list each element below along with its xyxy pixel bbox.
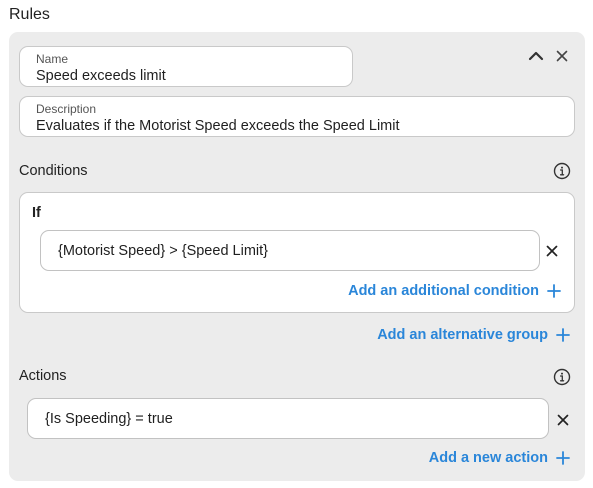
rule-description-value[interactable]: Evaluates if the Motorist Speed exceeds … bbox=[36, 118, 400, 134]
actions-heading: Actions bbox=[19, 368, 67, 384]
close-icon bbox=[556, 50, 568, 62]
conditions-heading: Conditions bbox=[19, 163, 88, 179]
plus-icon bbox=[547, 284, 561, 298]
add-new-action-label: Add a new action bbox=[428, 450, 548, 466]
rule-description-field[interactable]: Description Evaluates if the Motorist Sp… bbox=[19, 96, 575, 137]
remove-condition-button[interactable] bbox=[544, 243, 560, 259]
plus-icon bbox=[556, 328, 570, 342]
rule-name-field[interactable]: Name Speed exceeds limit bbox=[19, 46, 353, 87]
action-expression[interactable]: {Is Speeding} = true bbox=[45, 411, 173, 427]
rule-name-value[interactable]: Speed exceeds limit bbox=[36, 68, 166, 84]
condition-input[interactable]: {Motorist Speed} > {Speed Limit} bbox=[40, 230, 540, 271]
info-icon bbox=[553, 368, 571, 386]
actions-info-button[interactable] bbox=[553, 368, 571, 386]
info-icon bbox=[553, 162, 571, 180]
add-additional-condition-label: Add an additional condition bbox=[348, 283, 539, 299]
close-icon bbox=[557, 414, 569, 426]
add-new-action-button[interactable]: Add a new action bbox=[429, 450, 570, 466]
rule-description-label: Description bbox=[36, 102, 97, 116]
plus-icon bbox=[556, 451, 570, 465]
remove-action-button[interactable] bbox=[555, 412, 571, 428]
if-label: If bbox=[32, 205, 41, 221]
delete-rule-button[interactable] bbox=[553, 47, 571, 65]
action-input[interactable]: {Is Speeding} = true bbox=[27, 398, 549, 439]
conditions-info-button[interactable] bbox=[553, 162, 571, 180]
rule-name-label: Name bbox=[36, 52, 69, 66]
condition-expression[interactable]: {Motorist Speed} > {Speed Limit} bbox=[58, 243, 268, 259]
add-additional-condition-button[interactable]: Add an additional condition bbox=[348, 283, 561, 299]
add-alternative-group-label: Add an alternative group bbox=[377, 327, 548, 343]
close-icon bbox=[546, 245, 558, 257]
collapse-rule-button[interactable] bbox=[527, 47, 545, 65]
chevron-up-icon bbox=[528, 51, 544, 61]
add-alternative-group-button[interactable]: Add an alternative group bbox=[377, 327, 570, 343]
rules-heading: Rules bbox=[9, 6, 50, 23]
